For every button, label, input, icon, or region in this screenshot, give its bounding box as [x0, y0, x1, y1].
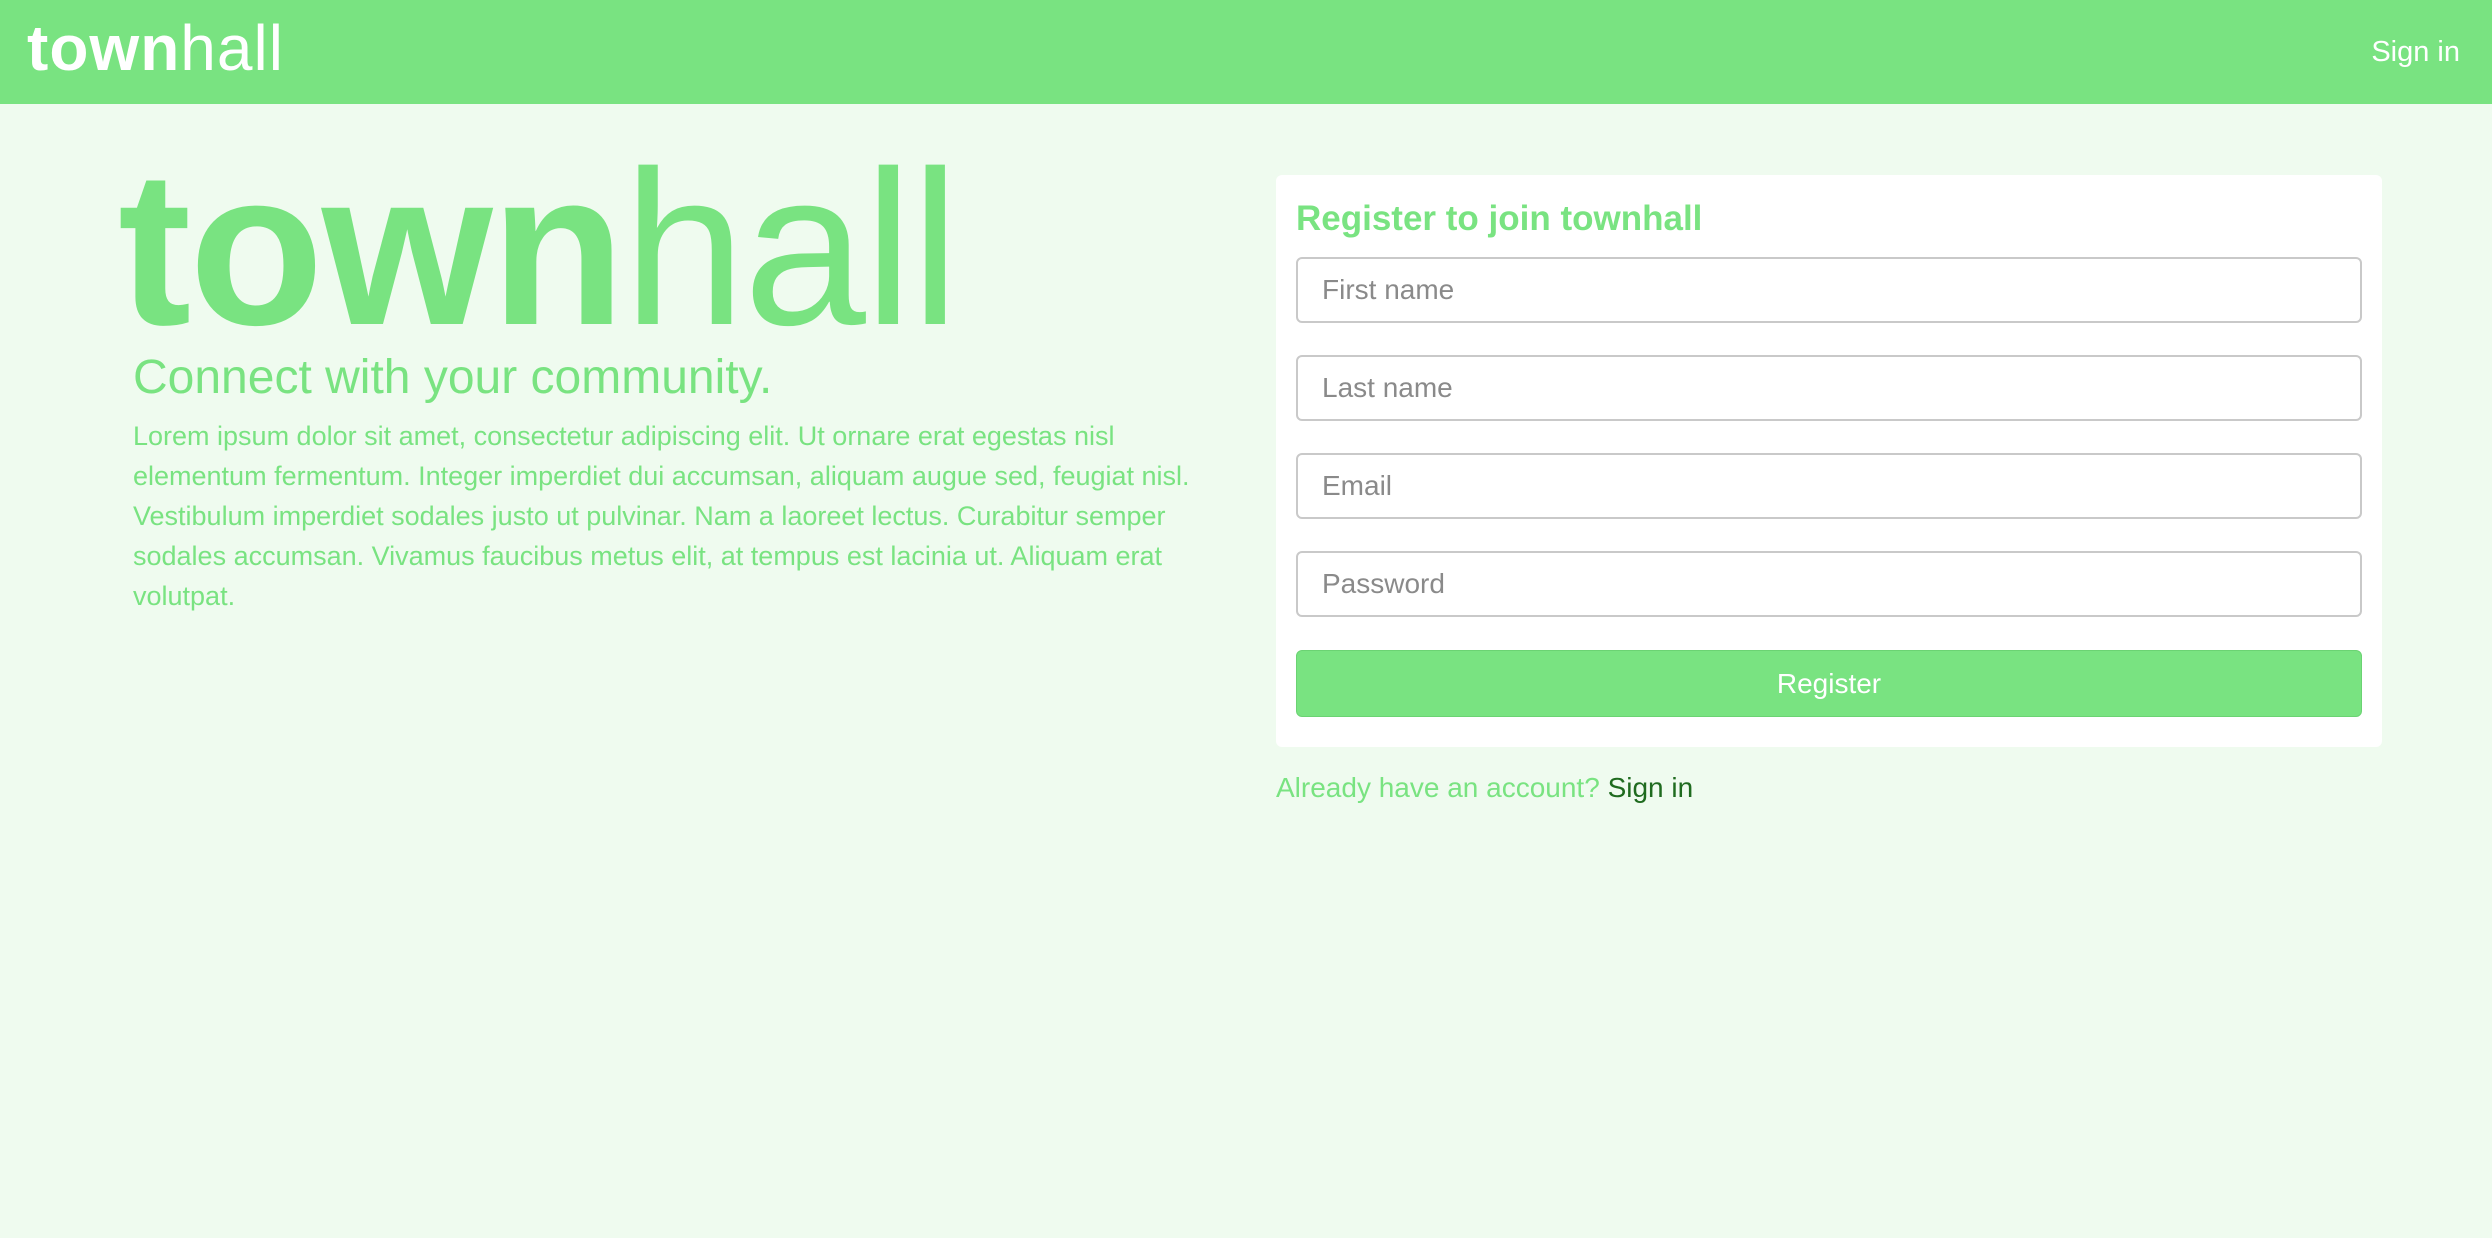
- navbar-logo[interactable]: townhall: [27, 8, 284, 88]
- hero-description: Lorem ipsum dolor sit amet, consectetur …: [133, 421, 1190, 611]
- register-button[interactable]: Register: [1296, 650, 2362, 717]
- signin-prompt-text: Already have an account?: [1276, 772, 1600, 803]
- hero-logo: townhall: [118, 138, 960, 358]
- email-field[interactable]: [1296, 453, 2362, 519]
- hero-tagline: Connect with your community.: [133, 351, 773, 404]
- last-name-field[interactable]: [1296, 355, 2362, 421]
- signin-prompt-link[interactable]: Sign in: [1608, 772, 1694, 803]
- navbar-signin-link[interactable]: Sign in: [2371, 32, 2460, 72]
- password-field[interactable]: [1296, 551, 2362, 617]
- register-title: Register to join townhall: [1296, 199, 1703, 238]
- signin-prompt: Already have an account? Sign in: [1276, 768, 1693, 808]
- top-navbar: townhall Sign in: [0, 0, 2492, 104]
- register-card: Register to join townhall Register: [1276, 175, 2382, 747]
- navbar-logo-bold: town: [27, 12, 181, 84]
- navbar-logo-light: hall: [180, 12, 284, 84]
- hero-logo-light: hall: [623, 125, 959, 371]
- hero-logo-bold: town: [118, 125, 625, 371]
- first-name-field[interactable]: [1296, 257, 2362, 323]
